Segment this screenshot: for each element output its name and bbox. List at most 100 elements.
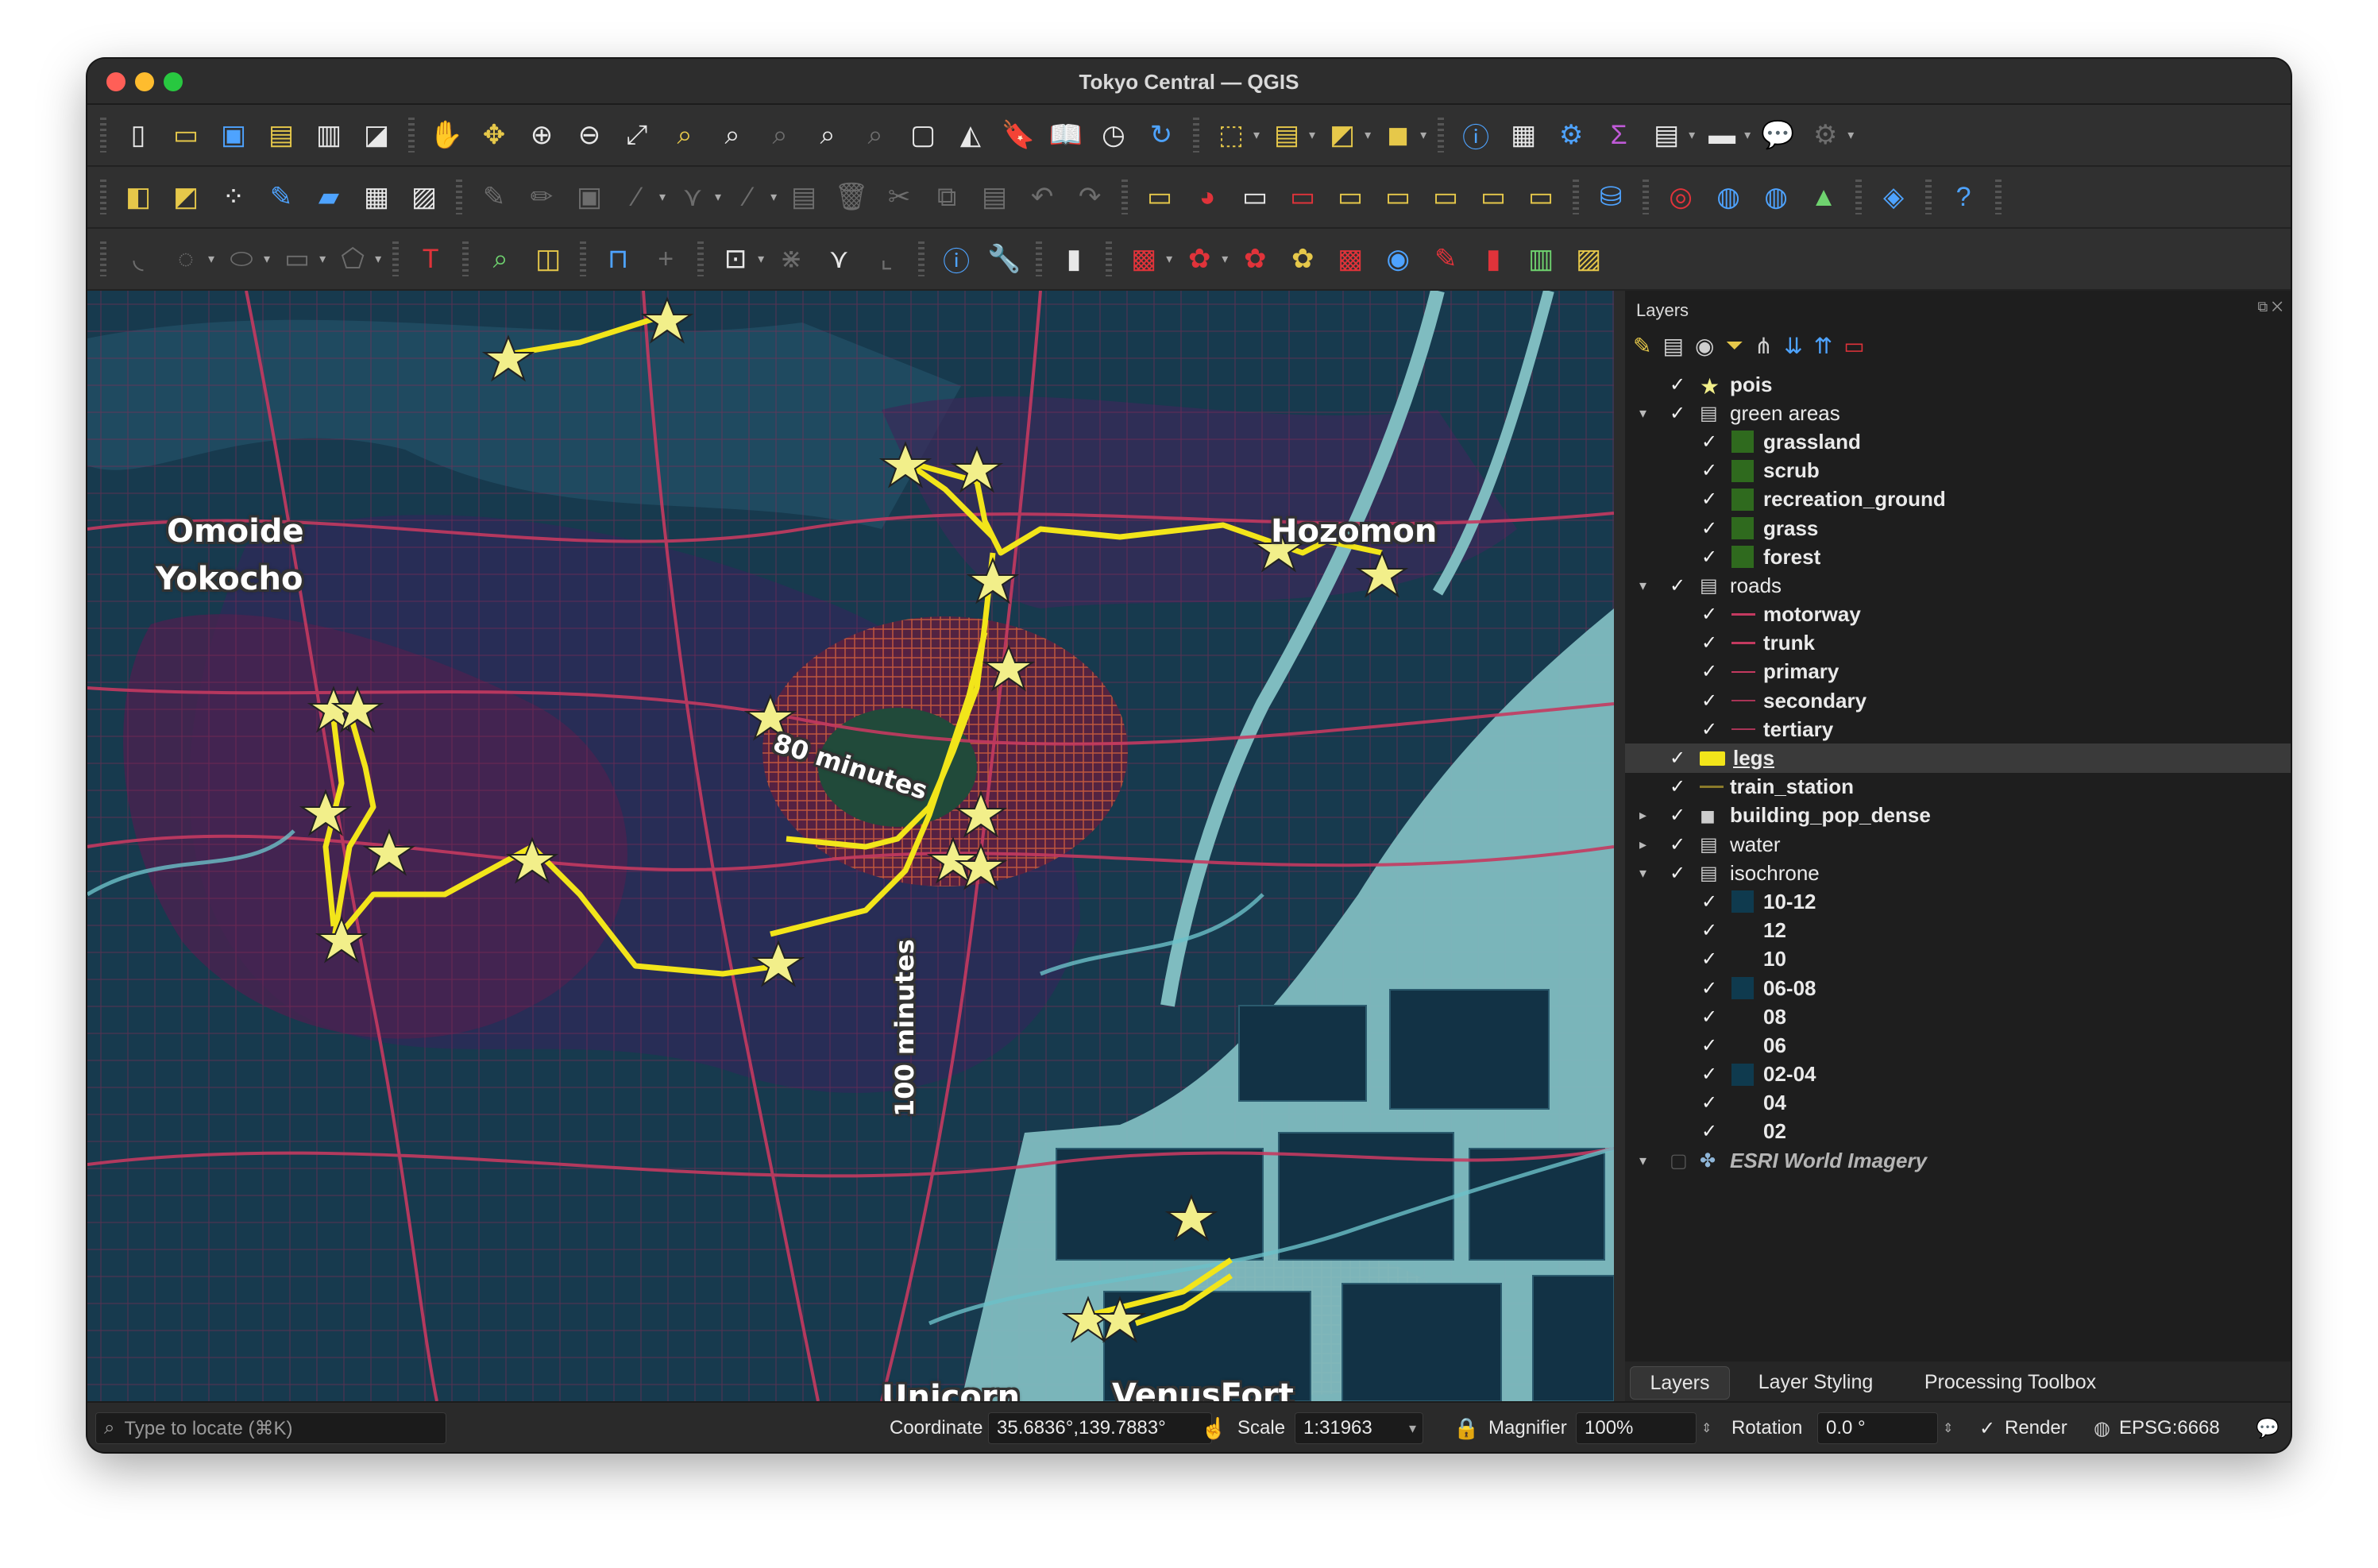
magnifier-field[interactable]: 100% bbox=[1576, 1412, 1697, 1444]
plugin-icon[interactable]: ▮ bbox=[1053, 238, 1094, 280]
copy-features-icon[interactable]: ⧉ bbox=[926, 176, 967, 218]
pan-to-selection-icon[interactable]: ✥ bbox=[473, 114, 515, 156]
layer-visibility-checkbox[interactable]: ✓ bbox=[1670, 373, 1689, 396]
text-annotation-icon[interactable]: T bbox=[410, 238, 451, 280]
refresh-icon[interactable]: ↻ bbox=[1141, 114, 1182, 156]
render-checkbox[interactable]: ✓ bbox=[1979, 1412, 1995, 1444]
layer-visibility-checkbox[interactable]: ✓ bbox=[1701, 660, 1720, 683]
zoom-next-icon[interactable]: ⌕ bbox=[855, 114, 896, 156]
vertex-tool-icon[interactable]: ⋎ bbox=[672, 176, 713, 218]
hillshade-icon[interactable]: ▨ bbox=[1568, 238, 1609, 280]
map-tips-icon[interactable]: 💬 bbox=[1757, 114, 1798, 156]
toolbar-grip[interactable] bbox=[1995, 180, 2002, 214]
texture-red-icon[interactable]: ▩ bbox=[1330, 238, 1371, 280]
python-console-icon[interactable]: ◈ bbox=[1873, 176, 1914, 218]
layer-iso-10[interactable]: ✓ 10 bbox=[1625, 945, 2291, 974]
show-bookmarks-icon[interactable]: 📖 bbox=[1045, 114, 1087, 156]
undo-icon[interactable]: ↶ bbox=[1021, 176, 1063, 218]
toolbar-grip[interactable] bbox=[100, 180, 106, 214]
map-render[interactable] bbox=[87, 291, 1614, 1401]
layer-visibility-checkbox[interactable]: ✓ bbox=[1670, 747, 1689, 770]
coordinate-field[interactable]: 35.6836°,139.7883° bbox=[988, 1412, 1212, 1444]
chevron-down-icon[interactable]: ▾ bbox=[375, 251, 381, 267]
layer-primary[interactable]: ✓ primary bbox=[1625, 658, 2291, 686]
toolbar-grip[interactable] bbox=[100, 241, 106, 276]
mouse-cursor-toggle-icon[interactable]: ☝ bbox=[1201, 1412, 1226, 1444]
chevron-down-icon[interactable]: ▾ bbox=[1309, 127, 1315, 143]
toolbar-grip[interactable] bbox=[1855, 180, 1863, 214]
layer-iso-02-04[interactable]: ✓ 02-04 bbox=[1625, 1060, 2291, 1089]
advanced-digitizing-icon[interactable]: + bbox=[645, 238, 686, 280]
locator-search-icon[interactable]: ⌕ bbox=[480, 238, 521, 280]
circle-tool-icon[interactable]: ◌ bbox=[165, 238, 207, 280]
chevron-down-icon[interactable]: ▾ bbox=[758, 251, 764, 267]
layer-legs[interactable]: ✓ legs bbox=[1625, 743, 2291, 773]
layer-visibility-checkbox[interactable]: ✓ bbox=[1701, 1006, 1720, 1029]
measure-line-icon[interactable]: ▬ bbox=[1701, 114, 1743, 156]
delete-selected-icon[interactable]: 🗑 bbox=[831, 176, 872, 218]
chevron-down-icon[interactable]: ▾ bbox=[659, 189, 666, 205]
layer-trunk[interactable]: ✓ trunk bbox=[1625, 629, 2291, 658]
remove-layer-icon[interactable]: ▭ bbox=[1843, 333, 1864, 359]
layer-iso-10-12[interactable]: ✓ 10-12 bbox=[1625, 887, 2291, 916]
toolbar-grip[interactable] bbox=[1121, 180, 1129, 214]
toolbar-grip[interactable] bbox=[100, 118, 106, 153]
toggle-editing-icon[interactable]: ✏ bbox=[521, 176, 562, 218]
add-spatialite-icon[interactable]: ◩ bbox=[165, 176, 207, 218]
chevron-down-icon[interactable]: ▾ bbox=[1253, 127, 1260, 143]
expand-all-icon[interactable]: ⇊ bbox=[1784, 333, 1802, 359]
layer-group-water[interactable]: ▸ ✓ ▤ water bbox=[1625, 830, 2291, 859]
shape-digitize-icon[interactable]: ◟ bbox=[118, 238, 159, 280]
move-label-icon[interactable]: ▭ bbox=[1377, 176, 1419, 218]
chevron-down-icon[interactable]: ▾ bbox=[208, 251, 214, 267]
chevron-down-icon[interactable]: ▾ bbox=[1639, 865, 1655, 882]
chevron-down-icon[interactable]: ▾ bbox=[319, 251, 326, 267]
layer-visibility-checkbox[interactable]: ✓ bbox=[1701, 689, 1720, 713]
layer-labeling-icon[interactable]: ▭ bbox=[1139, 176, 1180, 218]
layer-visibility-checkbox[interactable]: ✓ bbox=[1670, 402, 1689, 425]
toolbar-grip[interactable] bbox=[1106, 241, 1113, 276]
toolbar-grip[interactable] bbox=[697, 241, 705, 276]
db-manager-icon[interactable]: ⛁ bbox=[1590, 176, 1631, 218]
filter-by-expression-icon[interactable]: ⋔ bbox=[1755, 333, 1773, 359]
deselect-features-icon[interactable]: ◩ bbox=[1322, 114, 1363, 156]
new-project-icon[interactable]: ▯ bbox=[118, 114, 159, 156]
layer-iso-02[interactable]: ✓ 02 bbox=[1625, 1118, 2291, 1146]
layer-visibility-checkbox[interactable]: ✓ bbox=[1670, 833, 1689, 856]
chevron-down-icon[interactable]: ▾ bbox=[1744, 127, 1751, 143]
chevron-right-icon[interactable]: ▸ bbox=[1639, 807, 1655, 824]
layer-iso-12[interactable]: ✓ 12 bbox=[1625, 917, 2291, 945]
layer-visibility-checkbox[interactable]: ✓ bbox=[1701, 1063, 1720, 1086]
toolbar-grip[interactable] bbox=[918, 241, 925, 276]
chevron-down-icon[interactable]: ▾ bbox=[1639, 405, 1655, 422]
chevron-down-icon[interactable]: ▾ bbox=[1166, 251, 1172, 267]
statistics-icon[interactable]: Σ bbox=[1598, 114, 1639, 156]
chevron-down-icon[interactable]: ▾ bbox=[770, 189, 777, 205]
digitize-points-icon[interactable]: ⁘ bbox=[213, 176, 254, 218]
layer-group-isochrone[interactable]: ▾ ✓ ▤ isochrone bbox=[1625, 859, 2291, 887]
metasearch-icon[interactable]: ◍ bbox=[1708, 176, 1749, 218]
layer-visibility-checkbox[interactable]: ✓ bbox=[1701, 977, 1720, 1000]
layer-recreation-ground[interactable]: ✓ recreation_ground bbox=[1625, 485, 2291, 514]
toolbar-grip[interactable] bbox=[456, 180, 462, 214]
chevron-down-icon[interactable]: ▾ bbox=[1420, 127, 1426, 143]
layer-esri-world-imagery[interactable]: ▾ ▢ ✤ ESRI World Imagery bbox=[1625, 1146, 2291, 1175]
toolbar-grip[interactable] bbox=[1193, 118, 1199, 153]
panel-float-close-buttons[interactable]: ⧉ ✕ bbox=[2257, 299, 2283, 315]
layer-visibility-checkbox[interactable]: ✓ bbox=[1701, 948, 1720, 971]
filter-legend-icon[interactable]: ⏷ bbox=[1725, 333, 1743, 359]
layer-visibility-checkbox[interactable]: ✓ bbox=[1701, 517, 1720, 540]
layer-visibility-checkbox[interactable]: ✓ bbox=[1701, 919, 1720, 942]
layer-building-pop-dense[interactable]: ▸ ✓ ◼ building_pop_dense bbox=[1625, 801, 2291, 830]
new-virtual-layer-icon[interactable]: ▨ bbox=[403, 176, 445, 218]
rotate-label-icon[interactable]: ▭ bbox=[1425, 176, 1466, 218]
highlight-pinned-labels-icon[interactable]: ▭ bbox=[1234, 176, 1276, 218]
rotation-field[interactable]: 0.0 ° bbox=[1817, 1412, 1938, 1444]
chevron-down-icon[interactable]: ▾ bbox=[264, 251, 270, 267]
rectangle-tool-icon[interactable]: ▭ bbox=[276, 238, 318, 280]
add-layer-icon[interactable]: ◧ bbox=[118, 176, 159, 218]
chevron-down-icon[interactable]: ▾ bbox=[715, 189, 721, 205]
wrench-icon[interactable]: 🔧 bbox=[983, 238, 1025, 280]
toolbox-icon[interactable]: ⚙ bbox=[1550, 114, 1592, 156]
info-icon[interactable]: ⓘ bbox=[936, 238, 977, 280]
